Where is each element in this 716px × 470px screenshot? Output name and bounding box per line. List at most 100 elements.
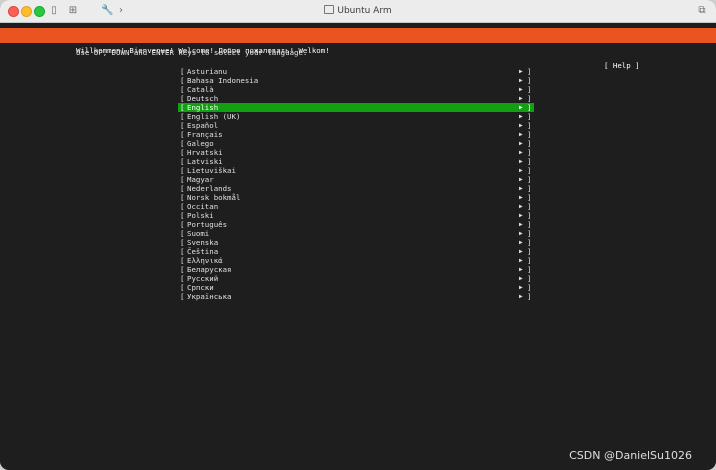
instruction-text: Use UP, DOWN and ENTER keys to select yo… — [76, 48, 308, 57]
language-option-label: Français — [187, 130, 223, 139]
left-bracket: [ — [180, 157, 185, 166]
language-option-label: English (UK) — [187, 112, 241, 121]
left-bracket: [ — [180, 283, 185, 292]
language-option[interactable]: [Español ▶] — [178, 121, 534, 130]
language-option[interactable]: [Svenska ▶] — [178, 238, 534, 247]
language-option-label: Galego — [187, 139, 214, 148]
language-option-label: Deutsch — [187, 94, 219, 103]
right-bracket: ] — [527, 130, 532, 139]
language-option[interactable]: [Lietuviškai ▶] — [178, 166, 534, 175]
language-option[interactable]: [Deutsch ▶] — [178, 94, 534, 103]
language-option-label: Occitan — [187, 202, 219, 211]
language-option[interactable]: [Galego ▶] — [178, 139, 534, 148]
language-option-label: Español — [187, 121, 219, 130]
language-option[interactable]: [Português ▶] — [178, 220, 534, 229]
language-option[interactable]: [English (UK) ▶] — [178, 112, 534, 121]
language-option-label: Српски — [187, 283, 214, 292]
language-option-label: Magyar — [187, 175, 214, 184]
right-bracket: ] — [527, 67, 532, 76]
language-option[interactable]: [Српски ▶] — [178, 283, 534, 292]
language-option-label: Català — [187, 85, 214, 94]
left-bracket: [ — [180, 76, 185, 85]
right-bracket: ] — [527, 256, 532, 265]
left-bracket: [ — [180, 67, 185, 76]
arrow-right-icon: ▶ — [519, 68, 523, 75]
help-button[interactable]: [ Help ] — [604, 58, 640, 73]
copy-icon[interactable]: ⧉ — [696, 4, 708, 18]
left-bracket: [ — [180, 202, 185, 211]
arrow-right-icon: ▶ — [519, 230, 523, 237]
language-option-label: Português — [187, 220, 228, 229]
left-bracket: [ — [180, 166, 185, 175]
language-option[interactable]: [Magyar ▶] — [178, 175, 534, 184]
left-bracket: [ — [180, 238, 185, 247]
arrow-right-icon: ▶ — [519, 104, 523, 111]
arrow-right-icon: ▶ — [519, 158, 523, 165]
right-bracket: ] — [527, 238, 532, 247]
window-icon — [324, 5, 335, 14]
language-option[interactable]: [Русский ▶] — [178, 274, 534, 283]
arrow-right-icon: ▶ — [519, 95, 523, 102]
language-option[interactable]: [Suomi ▶] — [178, 229, 534, 238]
language-option[interactable]: [Français ▶] — [178, 130, 534, 139]
language-option[interactable]: [English ▶] — [178, 103, 534, 112]
language-option[interactable]: [Čeština ▶] — [178, 247, 534, 256]
language-option-label: Asturianu — [187, 67, 228, 76]
left-bracket: [ — [180, 121, 185, 130]
language-option[interactable]: [Bahasa Indonesia ▶] — [178, 76, 534, 85]
left-bracket: [ — [180, 94, 185, 103]
language-option-label: Українська — [187, 292, 232, 301]
left-bracket: [ — [180, 256, 185, 265]
language-option[interactable]: [Norsk bokmål ▶] — [178, 193, 534, 202]
language-list: [Asturianu ▶][Bahasa Indonesia ▶][Català ▶]… — [178, 67, 534, 301]
language-option[interactable]: [Asturianu ▶] — [178, 67, 534, 76]
language-option[interactable]: [Nederlands ▶] — [178, 184, 534, 193]
left-bracket: [ — [180, 247, 185, 256]
right-bracket: ] — [527, 157, 532, 166]
arrow-right-icon: ▶ — [519, 86, 523, 93]
language-option-label: Čeština — [187, 247, 219, 256]
right-bracket: ] — [527, 76, 532, 85]
right-bracket: ] — [527, 274, 532, 283]
arrow-right-icon: ▶ — [519, 113, 523, 120]
language-option[interactable]: [Hrvatski ▶] — [178, 148, 534, 157]
arrow-right-icon: ▶ — [519, 122, 523, 129]
left-bracket: [ — [180, 274, 185, 283]
left-bracket: [ — [180, 148, 185, 157]
arrow-right-icon: ▶ — [519, 293, 523, 300]
language-option[interactable]: [Polski ▶] — [178, 211, 534, 220]
arrow-right-icon: ▶ — [519, 185, 523, 192]
right-bracket: ] — [527, 202, 532, 211]
right-bracket: ] — [527, 139, 532, 148]
arrow-right-icon: ▶ — [519, 194, 523, 201]
right-bracket: ] — [527, 211, 532, 220]
vm-window: ▯ ⊞ 🔧 › Ubuntu Arm ⧉ Willkommen! Bienven… — [0, 0, 716, 470]
arrow-right-icon: ▶ — [519, 221, 523, 228]
language-option[interactable]: [Occitan ▶] — [178, 202, 534, 211]
language-option[interactable]: [Ελληνικά ▶] — [178, 256, 534, 265]
language-option[interactable]: [Català ▶] — [178, 85, 534, 94]
right-bracket: ] — [527, 283, 532, 292]
right-bracket: ] — [527, 148, 532, 157]
arrow-right-icon: ▶ — [519, 140, 523, 147]
right-bracket: ] — [527, 112, 532, 121]
arrow-right-icon: ▶ — [519, 167, 523, 174]
arrow-right-icon: ▶ — [519, 266, 523, 273]
language-option-label: Norsk bokmål — [187, 193, 241, 202]
left-bracket: [ — [180, 229, 185, 238]
left-bracket: [ — [180, 265, 185, 274]
language-option-label: Svenska — [187, 238, 219, 247]
left-bracket: [ — [180, 220, 185, 229]
title-bar: ▯ ⊞ 🔧 › Ubuntu Arm ⧉ — [0, 0, 716, 23]
language-option-label: Latviski — [187, 157, 223, 166]
language-option[interactable]: [Беларуская ▶] — [178, 265, 534, 274]
arrow-right-icon: ▶ — [519, 284, 523, 291]
language-option[interactable]: [Latviski ▶] — [178, 157, 534, 166]
language-option-label: Беларуская — [187, 265, 232, 274]
language-option-label: Ελληνικά — [187, 256, 223, 265]
right-bracket: ] — [527, 184, 532, 193]
right-bracket: ] — [527, 121, 532, 130]
language-option[interactable]: [Українська ▶] — [178, 292, 534, 301]
language-option-label: Suomi — [187, 229, 210, 238]
left-bracket: [ — [180, 112, 185, 121]
